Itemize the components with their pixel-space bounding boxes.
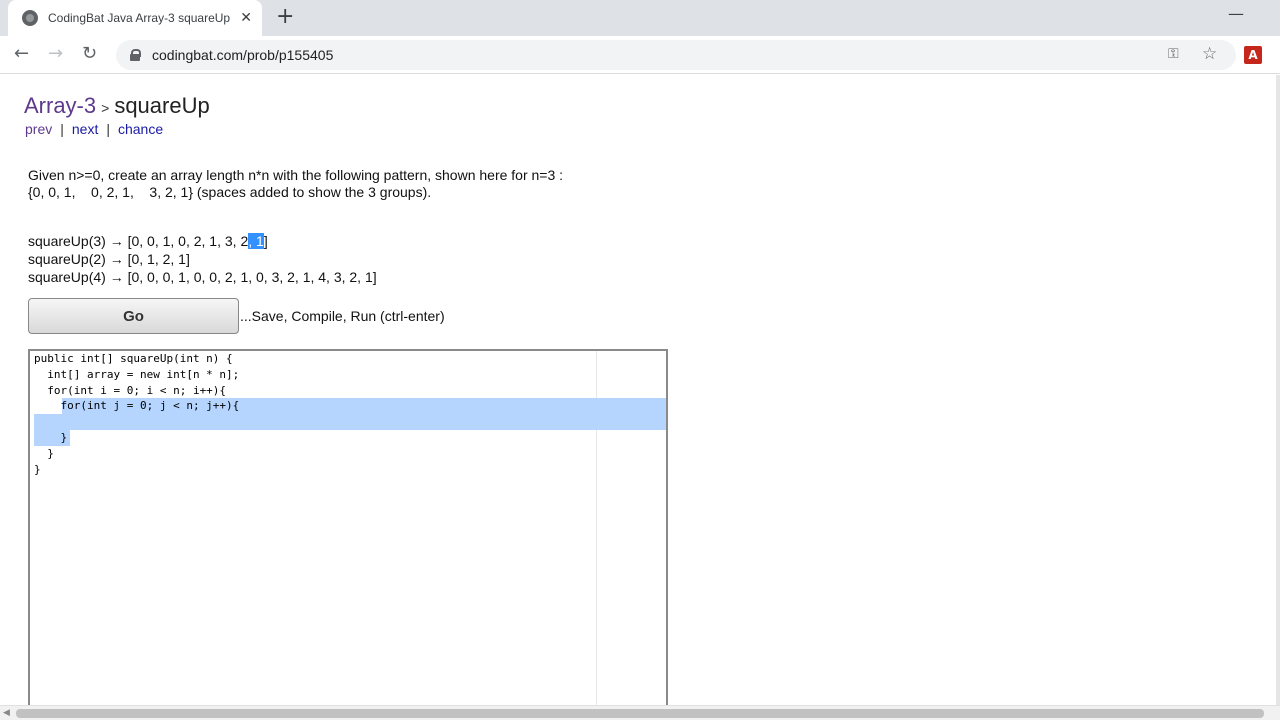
problem-nav: prev | next | chance (25, 121, 163, 137)
code-line[interactable]: public int[] squareUp(int n) { (34, 351, 233, 367)
code-line[interactable]: } (34, 462, 41, 478)
browser-tab[interactable]: CodingBat Java Array-3 squareUp ✕ (8, 0, 262, 36)
address-bar[interactable]: codingbat.com/prob/p155405 (116, 40, 1236, 70)
nav-separator: | (106, 121, 110, 137)
code-line[interactable]: } (34, 430, 67, 446)
code-line[interactable]: for(int j = 0; j < n; j++){ (34, 398, 239, 414)
tab-title: CodingBat Java Array-3 squareUp (48, 11, 231, 25)
page-title: squareUp (114, 93, 210, 118)
globe-icon (22, 10, 38, 26)
example-line: squareUp(4) → [0, 0, 0, 1, 0, 0, 2, 1, 0… (28, 269, 377, 285)
examples: squareUp(3) → [0, 0, 1, 0, 2, 1, 3, 2, 1… (28, 232, 377, 286)
selected-text: , 1 (248, 233, 264, 249)
example-line: squareUp(3) → [0, 0, 1, 0, 2, 1, 3, 2, 1… (28, 233, 268, 249)
horizontal-scrollbar[interactable]: ◀ (0, 705, 1280, 720)
close-tab-icon[interactable]: ✕ (240, 10, 252, 26)
acrobat-pdf-icon[interactable]: A (1244, 46, 1262, 64)
reload-icon[interactable]: ↻ (82, 44, 97, 64)
tab-strip: CodingBat Java Array-3 squareUp ✕ + — (0, 0, 1280, 36)
lock-icon[interactable] (130, 49, 141, 61)
back-arrow-icon[interactable]: ← (14, 44, 29, 64)
code-line[interactable]: int[] array = new int[n * n]; (34, 367, 239, 383)
minimize-window-icon[interactable]: — (1228, 4, 1244, 23)
nav-separator: | (60, 121, 64, 137)
go-hint: ...Save, Compile, Run (ctrl-enter) (240, 308, 445, 324)
scroll-left-arrow-icon[interactable]: ◀ (3, 708, 10, 718)
forward-arrow-icon[interactable]: → (48, 44, 63, 64)
key-icon[interactable]: ⚿ (1168, 46, 1179, 62)
vertical-scrollbar[interactable] (1276, 75, 1280, 705)
new-tab-icon[interactable]: + (276, 6, 294, 28)
code-editor[interactable]: public int[] squareUp(int n) { int[] arr… (28, 349, 668, 705)
browser-toolbar: ← → ↻ codingbat.com/prob/p155405 ⚿ ☆ A (0, 36, 1280, 74)
description-line: {0, 0, 1, 0, 2, 1, 3, 2, 1} (spaces adde… (28, 184, 432, 200)
chance-link[interactable]: chance (118, 121, 163, 137)
breadcrumb-separator: > (101, 100, 110, 116)
bookmark-star-icon[interactable]: ☆ (1202, 44, 1217, 64)
problem-description: Given n>=0, create an array length n*n w… (28, 167, 563, 201)
url-text[interactable]: codingbat.com/prob/p155405 (152, 47, 333, 63)
selection-highlight (34, 414, 666, 430)
prev-link[interactable]: prev (25, 121, 52, 137)
next-link[interactable]: next (72, 121, 98, 137)
description-line: Given n>=0, create an array length n*n w… (28, 167, 564, 183)
page-content: Array-3 > squareUp prev | next | chance Given … (0, 75, 1280, 705)
breadcrumb-section-link[interactable]: Array-3 (24, 93, 96, 118)
example-line: squareUp(2) → [0, 1, 2, 1] (28, 251, 190, 267)
scrollbar-thumb[interactable] (16, 709, 1264, 718)
go-button[interactable]: Go (28, 298, 239, 334)
code-line[interactable]: } (34, 446, 54, 462)
breadcrumb: Array-3 > squareUp (24, 93, 210, 119)
code-line[interactable]: for(int i = 0; i < n; i++){ (34, 383, 226, 399)
